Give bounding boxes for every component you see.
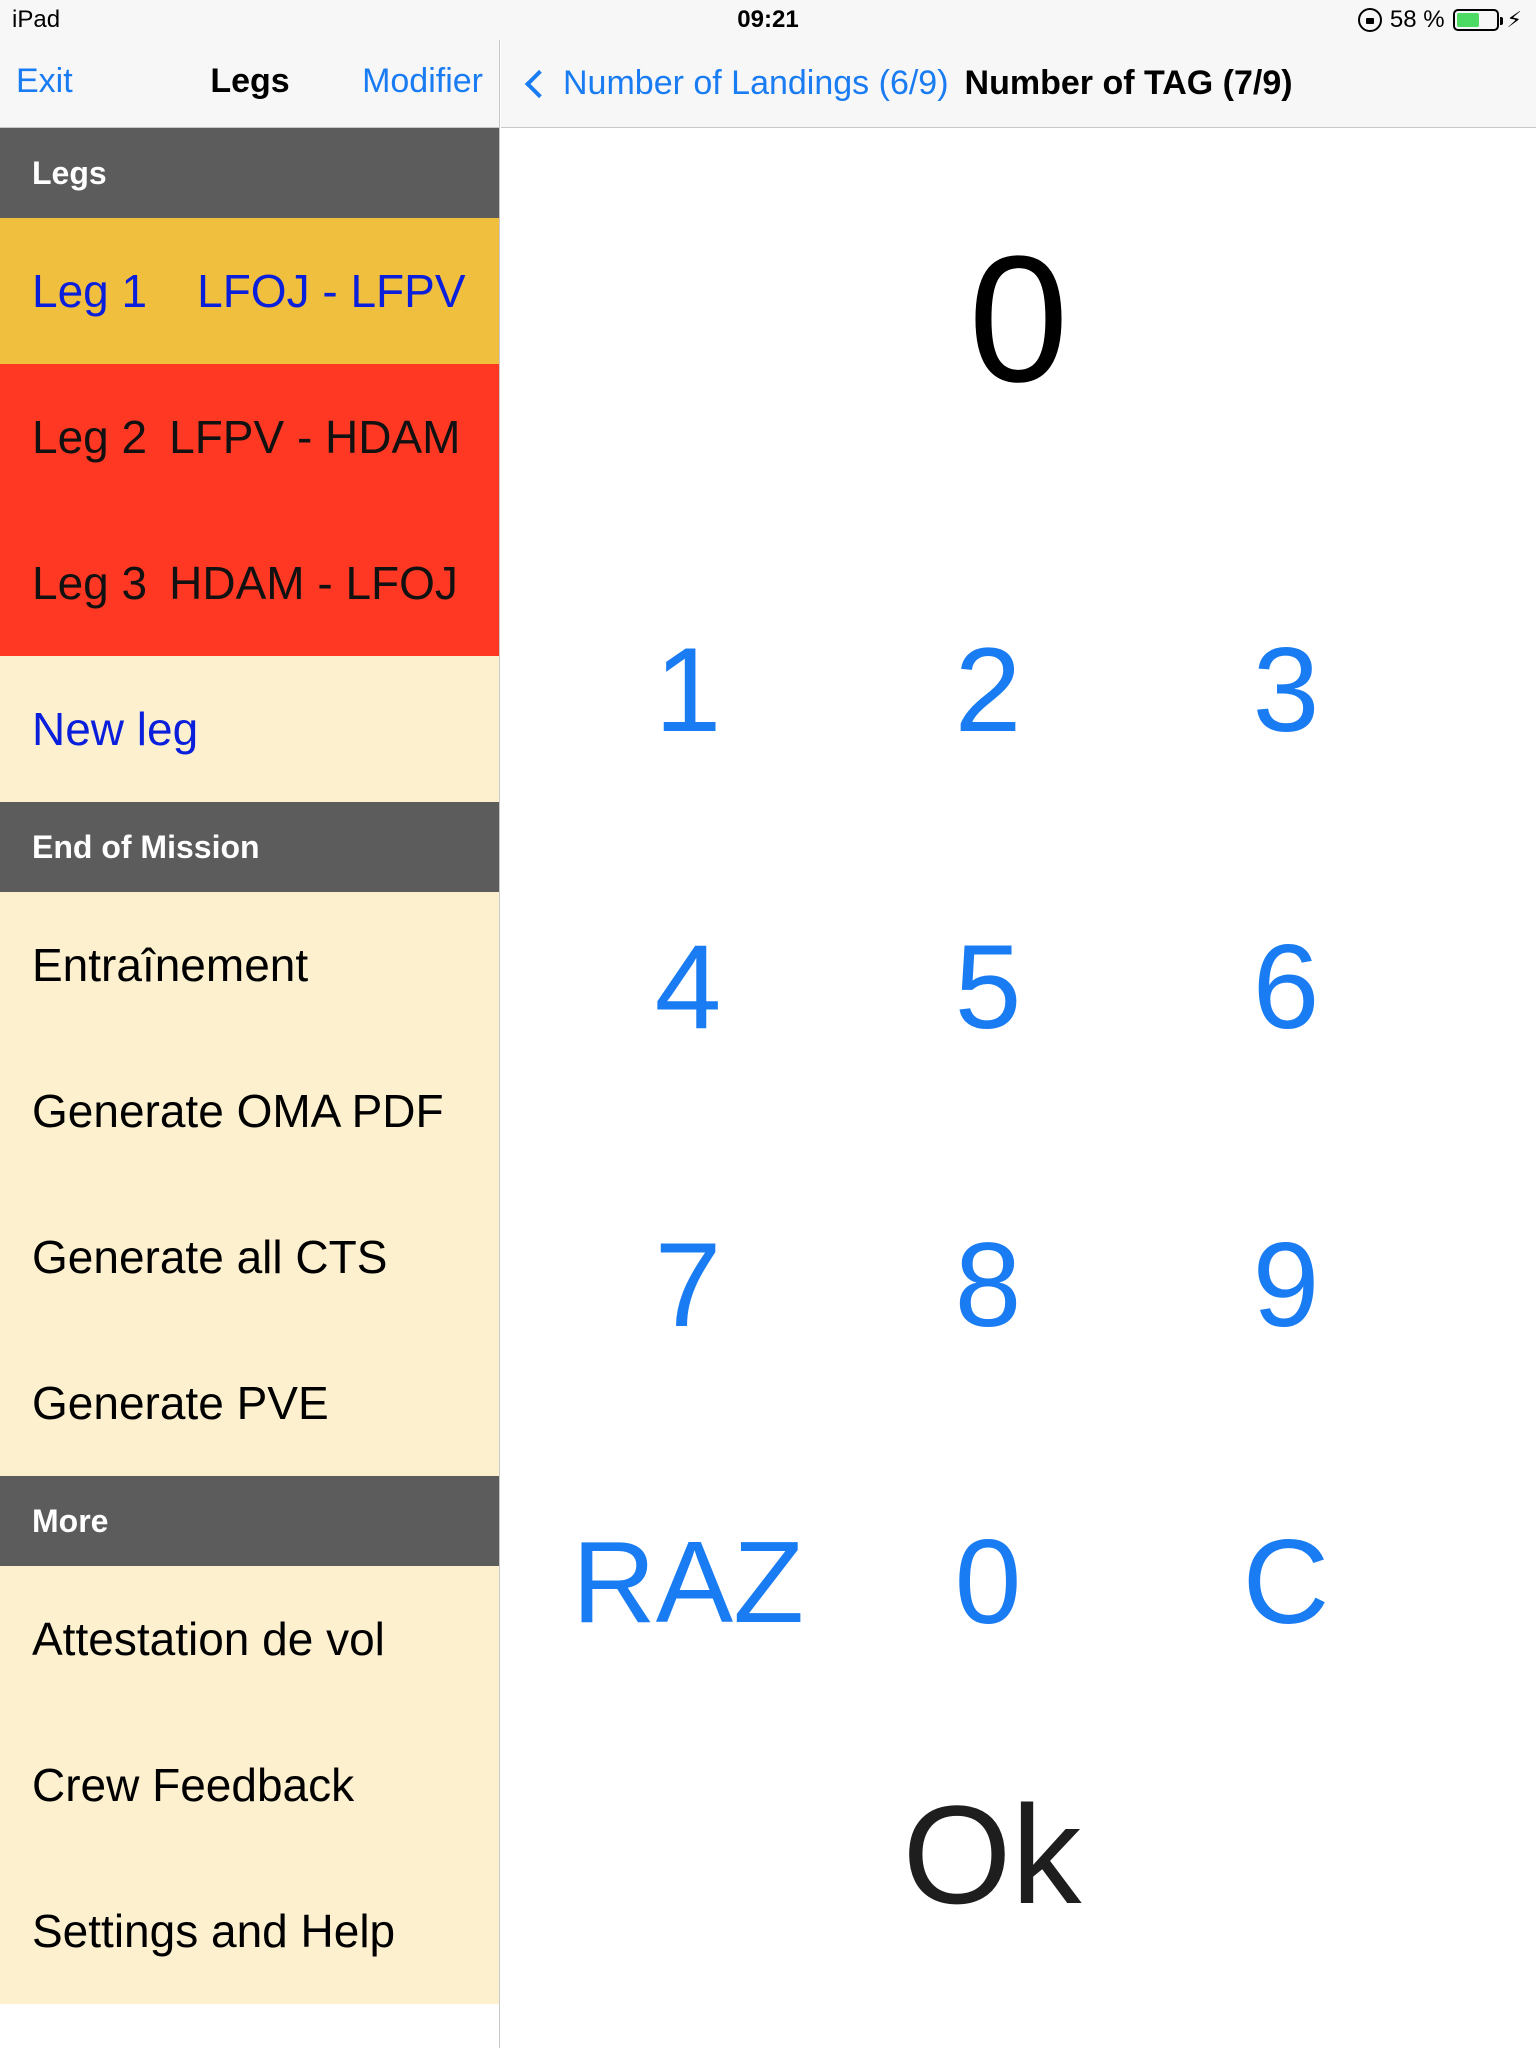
master-pane: Exit Legs Modifier Legs Leg 1 LFOJ - LFP…	[0, 40, 500, 2048]
key-2[interactable]: 2	[888, 620, 1088, 760]
menu-item-generate-pve[interactable]: Generate PVE	[0, 1330, 499, 1476]
leg-route: LFPV - HDAM	[169, 411, 461, 463]
master-nav-bar: Exit Legs Modifier	[0, 40, 499, 128]
leg-number: Leg 2	[32, 411, 148, 463]
section-header-more: More	[0, 1476, 499, 1566]
key-8[interactable]: 8	[888, 1215, 1088, 1355]
key-7[interactable]: 7	[588, 1215, 788, 1355]
page-title: Number of TAG (7/9)	[964, 64, 1293, 102]
section-header-end-of-mission: End of Mission	[0, 802, 499, 892]
leg-route: LFOJ - LFPV	[197, 265, 466, 317]
menu-item-entrainement[interactable]: Entraînement	[0, 892, 499, 1038]
key-0[interactable]: 0	[888, 1512, 1088, 1652]
back-button[interactable]: Number of Landings (6/9)	[523, 64, 949, 103]
ok-button[interactable]: Ok	[892, 1776, 1092, 1933]
section-header-legs: Legs	[0, 128, 499, 218]
entered-value-display: 0	[968, 219, 1069, 420]
battery-fill	[1456, 13, 1479, 27]
charging-bolt-icon: ⚡	[1506, 7, 1522, 32]
status-time: 09:21	[737, 6, 799, 33]
menu-item-generate-all-cts[interactable]: Generate all CTS	[0, 1184, 499, 1330]
battery-percentage: 58 %	[1389, 6, 1445, 33]
menu-item-crew-feedback[interactable]: Crew Feedback	[0, 1712, 499, 1858]
leg-row-2[interactable]: Leg 2 LFPV - HDAM	[0, 364, 499, 510]
status-bar: iPad 09:21 58 % ⚡	[0, 0, 1536, 40]
menu-item-settings-and-help[interactable]: Settings and Help	[0, 1858, 499, 2004]
leg-row-3[interactable]: Leg 3 HDAM - LFOJ	[0, 510, 499, 656]
key-3[interactable]: 3	[1186, 620, 1386, 760]
menu-item-generate-oma-pdf[interactable]: Generate OMA PDF	[0, 1038, 499, 1184]
key-4[interactable]: 4	[588, 917, 788, 1057]
key-6[interactable]: 6	[1186, 917, 1386, 1057]
menu-item-attestation-de-vol[interactable]: Attestation de vol	[0, 1566, 499, 1712]
new-leg-button[interactable]: New leg	[0, 656, 499, 802]
leg-row-1[interactable]: Leg 1 LFOJ - LFPV	[0, 218, 499, 364]
back-button-label: Number of Landings (6/9)	[563, 64, 949, 102]
status-right-group: 58 % ⚡	[1357, 6, 1522, 34]
leg-route: HDAM - LFOJ	[169, 557, 458, 609]
chevron-left-icon	[524, 69, 554, 98]
modify-button[interactable]: Modifier	[362, 62, 483, 101]
leg-number: Leg 1	[32, 265, 148, 317]
rotation-lock-icon	[1357, 8, 1382, 32]
key-clear[interactable]: C	[1186, 1512, 1386, 1652]
key-raz[interactable]: RAZ	[558, 1512, 818, 1652]
detail-pane: Number of Landings (6/9) Number of TAG (…	[501, 40, 1536, 2048]
key-5[interactable]: 5	[888, 917, 1088, 1057]
key-9[interactable]: 9	[1186, 1215, 1386, 1355]
master-footer	[0, 2004, 499, 2048]
battery-icon	[1452, 9, 1503, 31]
detail-nav-bar: Number of Landings (6/9) Number of TAG (…	[501, 40, 1536, 128]
leg-number: Leg 3	[32, 557, 148, 609]
key-1[interactable]: 1	[588, 620, 788, 760]
